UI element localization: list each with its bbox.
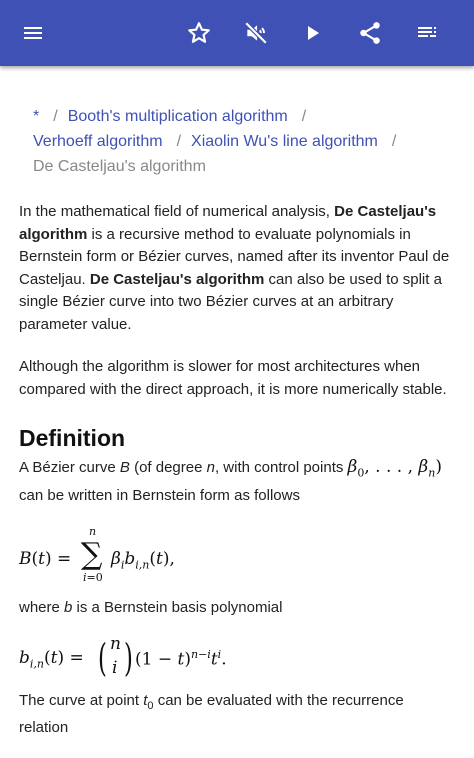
where-paragraph: where b is a Bernstein basis polynomial [19, 599, 283, 617]
share-icon [360, 22, 380, 44]
contents-button[interactable] [409, 15, 445, 51]
breadcrumb-link[interactable]: Xiaolin Wu's line algorithm [191, 133, 378, 150]
menu-icon [24, 27, 42, 39]
bold-term: De Casteljau's algorithm [89, 270, 265, 288]
mute-button[interactable] [238, 15, 274, 51]
article-content: * / Booth's multiplication algorithm / Verh… [19, 104, 455, 740]
breadcrumb-separator: / [391, 133, 397, 150]
recurrence-paragraph: The curve at point t0 can be evaluated w… [19, 691, 404, 737]
basis-polynomial-formula: bi,n(t) = ( n i ) (1 − t)n−iti. [19, 633, 227, 680]
play-icon [308, 26, 319, 40]
breadcrumb-link[interactable]: Booth's multiplication algorithm [68, 108, 288, 125]
intro-paragraph: In the mathematical field of numerical a… [19, 203, 450, 333]
definition-paragraph: A Bézier curve B (of degree n, with cont… [19, 457, 442, 504]
breadcrumb: * / Booth's multiplication algorithm / Verh… [19, 104, 455, 179]
app-toolbar [0, 0, 474, 66]
play-button[interactable] [295, 15, 331, 51]
breadcrumb-separator: / [53, 108, 58, 125]
share-button[interactable] [352, 15, 388, 51]
star-icon [188, 22, 210, 43]
volume-off-icon [244, 21, 268, 45]
breadcrumb-separator: / [301, 108, 307, 125]
stability-paragraph: Although the algorithm is slower for mos… [19, 358, 447, 398]
menu-button[interactable] [15, 15, 51, 51]
playlist-icon [418, 27, 436, 37]
section-heading: Definition [19, 425, 126, 451]
breadcrumb-current: De Casteljau's algorithm [33, 158, 206, 175]
breadcrumb-link[interactable]: Verhoeff algorithm [33, 133, 163, 150]
bookmark-button[interactable] [181, 15, 217, 51]
bernstein-form-formula: B(t) = ∑ n i=0 βibi,n(t), [19, 525, 175, 585]
breadcrumb-separator: / [176, 133, 182, 150]
control-points-formula: β0, . . . , βn) [347, 457, 442, 480]
